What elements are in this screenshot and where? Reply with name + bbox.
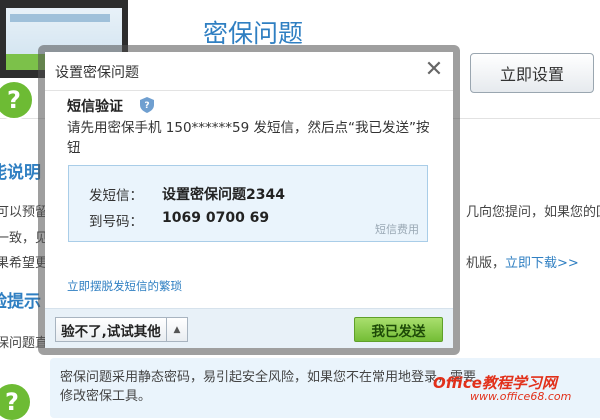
try-other-method-button[interactable]: 验不了,试试其他 ▲ (55, 317, 188, 342)
sms-info-box: 发短信： 设置密保问题2344 到号码： 1069 0700 69 短信费用 (68, 165, 428, 242)
text-line: 机版，立即下载>> (466, 252, 579, 271)
target-number-label: 到号码： (89, 214, 143, 230)
monitor-window-bar (10, 14, 110, 22)
close-icon[interactable]: ✕ (423, 59, 445, 82)
setup-now-button[interactable]: 立即设置 (470, 53, 594, 93)
send-content-label: 发短信： (89, 188, 143, 204)
target-number-value: 1069 0700 69 (162, 210, 270, 226)
question-icon: ? (0, 80, 34, 120)
shield-icon: ? (140, 97, 154, 113)
download-link[interactable]: 立即下载>> (505, 256, 579, 271)
watermark-url: www.office68.com (470, 390, 572, 403)
text-fragment: 机版， (466, 256, 506, 271)
sms-fee-note: 短信费用 (375, 223, 419, 236)
question-icon: ? (0, 384, 30, 420)
dialog-footer: 验不了,试试其他 ▲ 我已发送 (45, 308, 453, 348)
text-line: 几向您提问，如果您的回 (466, 205, 600, 220)
send-content-value: 设置密保问题2344 (162, 187, 285, 203)
skip-sms-link[interactable]: 立即摆脱发短信的繁琐 (67, 278, 182, 294)
dialog-divider (45, 90, 453, 91)
try-other-label: 验不了,试试其他 (61, 323, 161, 340)
section-title-2: 验提示 (0, 292, 41, 312)
security-question-dialog: 设置密保问题 ✕ 短信验证 ? 请先用密保手机 150******59 发短信，… (45, 52, 453, 348)
dialog-title: 设置密保问题 (55, 65, 139, 81)
dropdown-arrow-icon[interactable]: ▲ (166, 318, 187, 341)
notice-text: 密保问题采用静态密码，易引起安全风险，如果您不在常用地登录，需要修改密保工具。 (60, 370, 477, 404)
svg-text:?: ? (144, 101, 149, 111)
section-title-1: 能说明 (0, 163, 41, 183)
sms-verify-heading: 短信验证 (67, 99, 123, 115)
sms-sent-button[interactable]: 我已发送 (354, 317, 443, 342)
sms-instructions: 请先用密保手机 150******59 发短信，然后点“我已发送”按钮 (67, 120, 430, 156)
